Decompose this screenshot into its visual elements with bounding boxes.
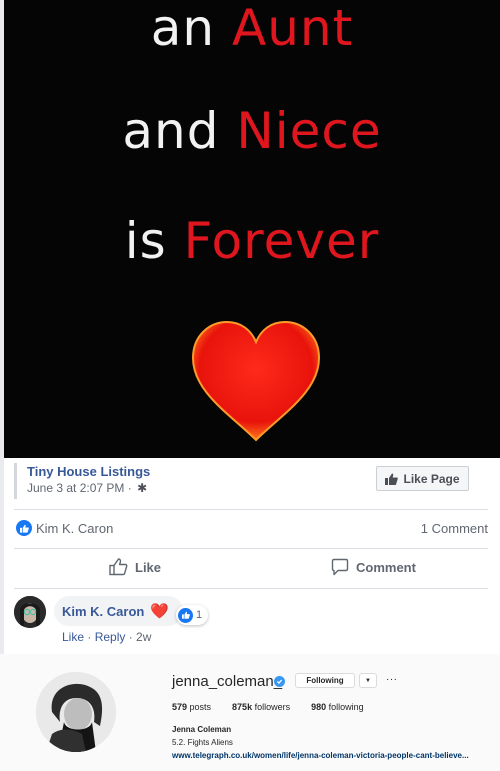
followers-label: followers <box>252 702 291 712</box>
image-text-red: Forever <box>183 212 380 270</box>
timestamp-text[interactable]: June 3 at 2:07 PM · <box>27 481 132 495</box>
image-text-white: is <box>124 212 184 270</box>
profile-bio: 5.2. Fights Aliens <box>172 738 233 747</box>
thumbs-up-outline-icon <box>109 558 128 576</box>
posts-label: posts <box>187 702 212 712</box>
followers-count: 875k <box>232 702 253 712</box>
instagram-profile-header: jenna_coleman_ Following ▼ ··· 579 posts… <box>0 654 500 771</box>
heart-icon <box>191 320 321 442</box>
comment-reply-link[interactable]: Reply <box>95 630 126 644</box>
posts-stat: 579 posts <box>172 702 211 712</box>
like-page-label: Like Page <box>403 471 460 486</box>
comment-bubble-icon <box>331 558 349 576</box>
page-name-link[interactable]: Tiny House Listings <box>27 463 150 480</box>
followers-stat[interactable]: 875k followers <box>232 702 290 712</box>
verified-badge-icon <box>274 676 285 687</box>
profile-avatar[interactable] <box>36 672 116 752</box>
divider <box>14 548 488 549</box>
reactions-summary[interactable]: Kim K. Caron <box>16 520 113 536</box>
image-text-white: an <box>150 0 233 57</box>
comment-author-link[interactable]: Kim K. Caron <box>62 604 144 619</box>
like-reaction-icon <box>16 520 32 536</box>
profile-username: jenna_coleman_ <box>172 673 283 690</box>
like-page-button[interactable]: Like Page <box>376 466 469 491</box>
post-image[interactable]: an Aunt and Niece is Forever <box>4 0 500 458</box>
following-button[interactable]: Following <box>295 673 355 688</box>
more-options-icon[interactable]: ··· <box>386 674 398 685</box>
image-text-white: and <box>122 102 237 160</box>
comment-button[interactable]: Comment <box>331 558 416 576</box>
following-count: 980 <box>311 702 327 712</box>
reactor-name: Kim K. Caron <box>36 520 114 536</box>
chevron-down-icon[interactable]: ▼ <box>359 673 377 688</box>
image-text-red: Aunt <box>232 0 354 57</box>
comment-bubble: Kim K. Caron ❤️ <box>54 596 184 626</box>
avatar[interactable] <box>14 596 46 628</box>
post-timestamp: June 3 at 2:07 PM · ✱ <box>27 480 150 497</box>
profile-full-name: Jenna Coleman <box>172 725 232 734</box>
comment-like-link[interactable]: Like <box>62 630 84 644</box>
reaction-count: 1 <box>196 609 203 621</box>
divider <box>14 509 488 510</box>
like-reaction-icon <box>178 607 193 623</box>
page-info: Tiny House Listings June 3 at 2:07 PM · … <box>14 463 150 499</box>
comment-actions: Like · Reply · 2w <box>62 630 151 644</box>
image-text-line-2: and Niece <box>4 106 500 156</box>
comment: Kim K. Caron ❤️ 1 Like · Reply · 2w <box>14 595 494 647</box>
posts-count: 579 <box>172 702 188 712</box>
separator: · <box>84 630 95 644</box>
comment-reaction-count[interactable]: 1 <box>176 605 209 625</box>
separator: · <box>125 630 137 644</box>
gear-icon[interactable]: ✱ <box>137 480 147 497</box>
thumbs-up-icon <box>385 473 399 485</box>
following-stat[interactable]: 980 following <box>311 702 364 712</box>
comment-label: Comment <box>356 559 416 575</box>
comment-age[interactable]: 2w <box>136 630 151 644</box>
heart-emoji: ❤️ <box>150 602 170 620</box>
like-label: Like <box>135 559 162 575</box>
like-button[interactable]: Like <box>109 558 161 576</box>
profile-website-link[interactable]: www.telegraph.co.uk/women/life/jenna-col… <box>172 751 469 760</box>
image-text-line-3: is Forever <box>4 216 500 266</box>
comment-count-link[interactable]: 1 Comment <box>421 521 488 536</box>
divider <box>14 588 488 589</box>
image-text-line-1: an Aunt <box>4 3 500 53</box>
facebook-post: an Aunt and Niece is Forever Tiny House … <box>0 0 500 654</box>
following-label: following <box>326 702 364 712</box>
image-text-red: Niece <box>236 102 382 160</box>
profile-stats: 579 posts 875k followers 980 following <box>172 702 364 712</box>
